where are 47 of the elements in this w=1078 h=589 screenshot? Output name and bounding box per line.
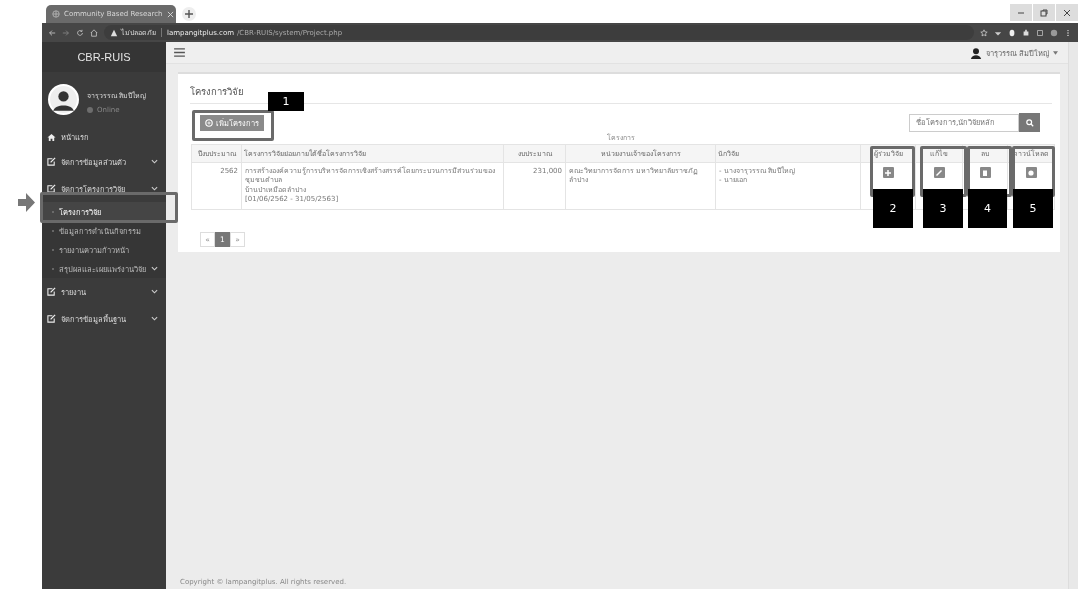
menu-icon[interactable] xyxy=(174,48,185,57)
reload-icon[interactable] xyxy=(76,28,84,37)
status-dot xyxy=(87,107,93,113)
warning-icon xyxy=(110,28,118,37)
extension-icon[interactable] xyxy=(1036,28,1044,37)
home-icon[interactable] xyxy=(90,28,98,37)
avatar-icon xyxy=(48,84,79,115)
minimize-button[interactable] xyxy=(1010,4,1032,21)
profile-icon[interactable] xyxy=(1050,28,1058,37)
callout-label: 3 xyxy=(923,189,963,228)
home-icon xyxy=(47,132,56,142)
close-icon xyxy=(1063,8,1071,17)
scrollbar[interactable] xyxy=(1068,42,1078,589)
edit-icon xyxy=(47,184,56,193)
plus-icon xyxy=(185,10,193,18)
more-icon[interactable] xyxy=(1064,28,1072,37)
edit-icon xyxy=(47,287,56,296)
delete-button[interactable] xyxy=(979,167,991,178)
add-button[interactable] xyxy=(882,167,894,178)
close-button[interactable] xyxy=(1056,4,1078,21)
globe-icon xyxy=(52,10,60,18)
search-icon xyxy=(1025,118,1034,127)
edit-icon xyxy=(47,157,56,166)
close-icon[interactable] xyxy=(166,10,174,18)
callout-label: 2 xyxy=(873,189,913,228)
avatar-icon[interactable] xyxy=(969,46,982,59)
page-title: โครงการวิจัย xyxy=(190,86,244,97)
restore-button[interactable] xyxy=(1033,4,1055,21)
back-icon[interactable] xyxy=(48,28,56,37)
restore-icon xyxy=(1040,8,1048,17)
plus-circle-icon xyxy=(205,118,213,127)
puzzle-icon[interactable] xyxy=(1022,28,1030,37)
callout-label: 1 xyxy=(268,92,304,111)
plus-icon xyxy=(883,167,893,178)
pointer-arrow-icon xyxy=(18,192,35,213)
edit-button[interactable] xyxy=(933,167,945,178)
star-icon[interactable] xyxy=(980,28,988,37)
search-button[interactable] xyxy=(1019,113,1040,132)
callout-label: 4 xyxy=(968,189,1007,228)
brand-title[interactable]: CBR-RUIS xyxy=(77,51,131,63)
pencil-icon xyxy=(934,167,944,178)
circle-icon xyxy=(1026,167,1036,178)
edit-icon xyxy=(47,314,56,323)
download-button[interactable] xyxy=(1025,167,1037,178)
callout-label: 5 xyxy=(1013,189,1053,228)
new-tab-button[interactable] xyxy=(182,7,196,21)
caret-icon[interactable] xyxy=(1053,50,1058,55)
